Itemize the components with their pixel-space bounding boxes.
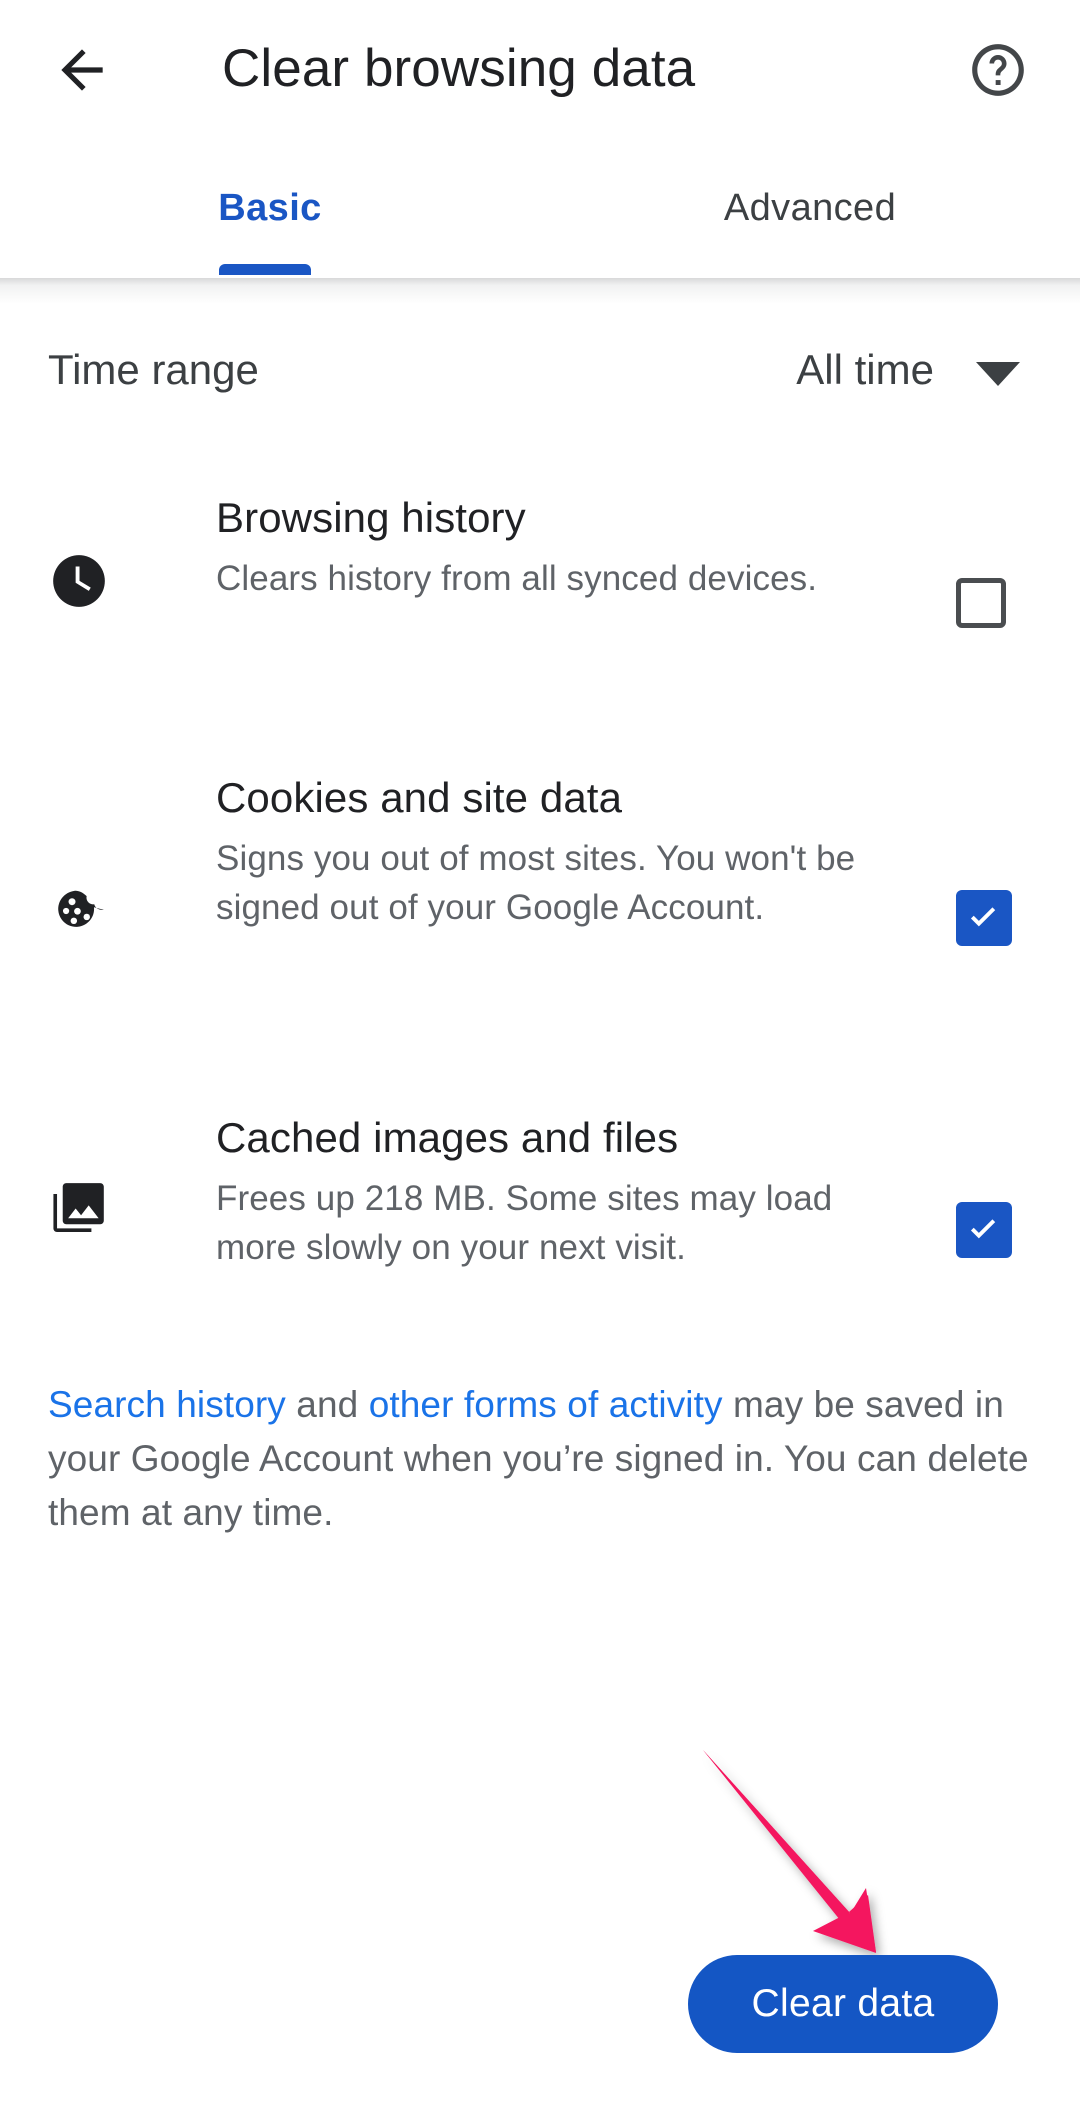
- search-history-link[interactable]: Search history: [48, 1384, 286, 1425]
- checkbox-checked-icon: [956, 890, 1012, 946]
- option-description: Clears history from all synced devices.: [216, 559, 818, 598]
- help-circle-icon: [972, 44, 1024, 96]
- clear-data-button[interactable]: Clear data: [688, 1955, 998, 2053]
- tab-bar: Basic Advanced: [0, 160, 1080, 280]
- time-range-value[interactable]: All time: [796, 346, 934, 394]
- checkbox-unchecked-icon: [956, 578, 1006, 628]
- footnote-conjunction: and: [285, 1384, 369, 1425]
- option-description: Frees up 218 MB. Some sites may load mor…: [216, 1179, 833, 1267]
- option-text-browsing-history: Browsing history Clears history from all…: [216, 490, 876, 603]
- back-button[interactable]: [34, 22, 130, 118]
- account-activity-note: Search history and other forms of activi…: [48, 1378, 1038, 1540]
- checkbox-cached-images[interactable]: [956, 1202, 1012, 1258]
- photo-library-icon: [48, 1178, 110, 1240]
- option-title: Cached images and files: [216, 1114, 679, 1161]
- tab-basic[interactable]: Basic: [0, 160, 540, 280]
- tab-selected-indicator: [219, 264, 311, 275]
- time-range-label: Time range: [48, 346, 259, 393]
- option-text-cached-images: Cached images and files Frees up 218 MB.…: [216, 1110, 876, 1272]
- tab-advanced-label: Advanced: [723, 187, 897, 229]
- checkbox-cookies[interactable]: [956, 890, 1012, 946]
- option-description: Signs you out of most sites. You won't b…: [216, 839, 856, 927]
- option-title: Browsing history: [216, 494, 526, 541]
- option-row-cookies[interactable]: Cookies and site data Signs you out of m…: [0, 770, 1080, 1010]
- arrow-back-icon: [61, 49, 103, 91]
- option-text-cookies: Cookies and site data Signs you out of m…: [216, 770, 876, 932]
- clear-browsing-data-screen: Clear browsing data Basic Advanced Time …: [0, 0, 1080, 2105]
- option-row-browsing-history[interactable]: Browsing history Clears history from all…: [0, 490, 1080, 680]
- tab-advanced[interactable]: Advanced: [540, 160, 1080, 280]
- pointer-arrow-icon: [703, 1750, 876, 1953]
- tab-bar-shadow: [0, 278, 1080, 304]
- help-button[interactable]: [950, 22, 1046, 118]
- chevron-down-icon[interactable]: [976, 362, 1020, 386]
- page-title: Clear browsing data: [222, 39, 696, 98]
- other-forms-of-activity-link[interactable]: other forms of activity: [369, 1384, 723, 1425]
- time-range-row[interactable]: Time range All time: [0, 318, 1080, 448]
- checkbox-checked-icon: [956, 1202, 1012, 1258]
- option-row-cached-images[interactable]: Cached images and files Frees up 218 MB.…: [0, 1090, 1080, 1280]
- checkbox-browsing-history[interactable]: [956, 578, 1012, 634]
- cookie-icon: [48, 880, 110, 942]
- app-bar: Clear browsing data: [0, 0, 1080, 185]
- clock-icon: [48, 550, 110, 612]
- option-title: Cookies and site data: [216, 774, 623, 821]
- tab-basic-label: Basic: [218, 187, 322, 229]
